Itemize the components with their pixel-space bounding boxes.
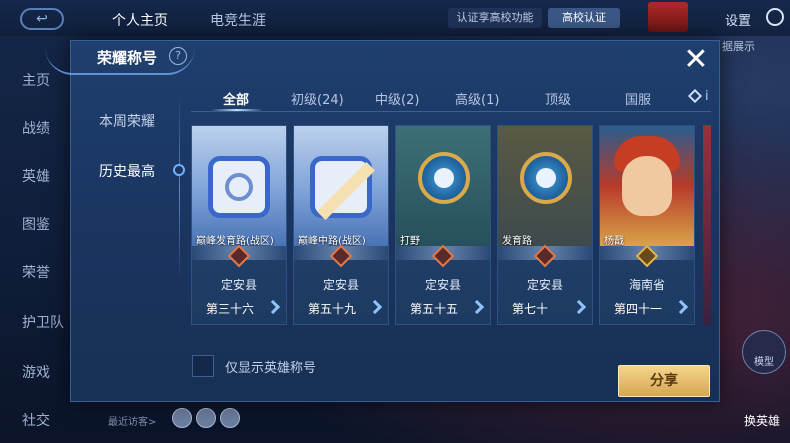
card-region: 定安县 (220, 278, 257, 292)
chevron-right-icon (571, 299, 587, 315)
farm-lane-emblem-icon (520, 152, 572, 204)
verify-hint: 认证享高校功能 (448, 8, 542, 28)
card-rank: 第七十 (512, 302, 549, 316)
hero-face (622, 156, 672, 216)
top-bar: ↩ 个人主页 电竞生涯 认证享高校功能 高校认证 设置 (0, 0, 790, 36)
dialog-title: 荣耀称号 (97, 49, 158, 67)
tab-beginner[interactable]: 初级(24) (291, 89, 344, 108)
card-rank-row[interactable]: 第五十九 (298, 298, 384, 320)
card-rank-row[interactable]: 第五十五 (400, 298, 486, 320)
back-arrow-icon: ↩ (36, 11, 48, 27)
model-button[interactable]: 模型 (742, 330, 786, 374)
card-rank: 第五十五 (410, 302, 459, 316)
chevron-right-icon (367, 299, 383, 315)
side-nav-item[interactable]: 英雄 (22, 166, 50, 186)
tab-esports-career[interactable]: 电竞生涯 (210, 10, 266, 30)
card-art: 打野 (396, 126, 490, 246)
honor-card[interactable]: 巅峰中路(战区) 定安县 第五十九 (293, 125, 389, 325)
tab-advanced[interactable]: 高级(1) (455, 89, 499, 108)
side-nav-item[interactable]: 图鉴 (22, 214, 50, 234)
peak-emblem-icon (208, 156, 270, 218)
honor-card[interactable]: 巅峰发育路(战区) 定安县 第三十六 (191, 125, 287, 325)
honor-card[interactable]: 杨戬 海南省 第四十一 (599, 125, 695, 325)
gear-icon[interactable] (766, 8, 784, 26)
honor-card-list: 巅峰发育路(战区) 定安县 第三十六 巅峰中路(战区) 定安县 第五十九 打野 … (191, 125, 711, 329)
honor-title-dialog: 荣耀称号 ? ✕ 本周荣耀 历史最高 全部 初级(24) 中级(2) 高级(1)… (45, 40, 721, 402)
honor-card[interactable]: 发育路 定安县 第七十 (497, 125, 593, 325)
data-display-button[interactable]: 据展示 (722, 38, 755, 54)
side-nav-item[interactable]: 游戏 (22, 362, 50, 382)
campus-verify-button[interactable]: 高校认证 (548, 8, 620, 28)
menu-item-weekly-honor[interactable]: 本周荣耀 (99, 111, 155, 131)
honor-card-partial[interactable] (703, 125, 711, 325)
tabs-divider (191, 111, 711, 112)
side-nav-item[interactable]: 荣誉 (22, 262, 50, 282)
diamond-icon (687, 88, 703, 104)
settings-button[interactable]: 设置 (725, 10, 751, 29)
menu-item-historical-best[interactable]: 历史最高 (99, 161, 155, 181)
hero-title-only-checkbox[interactable] (192, 355, 214, 377)
avatar[interactable] (172, 408, 192, 428)
card-title-label: 巅峰中路(战区) (298, 236, 366, 246)
card-region: 定安县 (322, 278, 359, 292)
card-rank-row[interactable]: 第三十六 (196, 298, 282, 320)
active-indicator-icon (173, 164, 185, 176)
card-region: 海南省 (628, 278, 665, 292)
dialog-title-bar: 荣耀称号 ? ✕ (45, 41, 721, 75)
side-nav-item[interactable]: 护卫队 (22, 312, 64, 332)
close-button[interactable]: ✕ (681, 45, 711, 75)
card-art: 杨戬 (600, 126, 694, 246)
chevron-right-icon (265, 299, 281, 315)
card-rank: 第三十六 (206, 302, 255, 316)
tab-top[interactable]: 顶级 (545, 89, 571, 108)
chevron-right-icon (469, 299, 485, 315)
peak-emblem-slash-icon (310, 156, 375, 220)
tier-tabs: 全部 初级(24) 中级(2) 高级(1) 顶级 国服 i (191, 85, 711, 113)
side-nav-item[interactable]: 战绩 (22, 118, 50, 138)
share-button[interactable]: 分享 (618, 365, 710, 397)
avatar[interactable] (196, 408, 216, 428)
swap-hero-button[interactable]: 换英雄 (744, 412, 780, 429)
help-icon[interactable]: ? (169, 47, 187, 65)
card-rank-row[interactable]: 第七十 (502, 298, 588, 320)
tab-more[interactable]: i (705, 89, 709, 104)
card-rank-row[interactable]: 第四十一 (604, 298, 690, 320)
side-nav: 主页 战绩 英雄 图鉴 荣誉 护卫队 游戏 社交 (0, 36, 80, 443)
side-nav-item[interactable]: 主页 (22, 70, 50, 90)
card-title-label: 发育路 (502, 236, 532, 246)
back-button[interactable]: ↩ (20, 8, 64, 30)
card-region: 定安县 (424, 278, 461, 292)
jungle-emblem-icon (418, 152, 470, 204)
avatar[interactable] (220, 408, 240, 428)
card-rank: 第四十一 (614, 302, 663, 316)
card-title-label: 打野 (400, 236, 420, 246)
recent-visitors-link[interactable]: 最近访客> (108, 413, 156, 428)
card-art: 发育路 (498, 126, 592, 246)
side-nav-item[interactable]: 社交 (22, 410, 50, 430)
card-art: 巅峰发育路(战区) (192, 126, 286, 246)
rank-badge-icon[interactable] (648, 2, 688, 32)
menu-divider (179, 93, 180, 283)
card-art: 巅峰中路(战区) (294, 126, 388, 246)
tab-national[interactable]: 国服 (625, 89, 651, 108)
card-title-label: 杨戬 (604, 236, 624, 246)
tab-all[interactable]: 全部 (223, 89, 249, 108)
checkbox-label: 仅显示英雄称号 (225, 361, 317, 376)
tab-intermediate[interactable]: 中级(2) (375, 89, 419, 108)
chevron-right-icon (673, 299, 689, 315)
honor-card[interactable]: 打野 定安县 第五十五 (395, 125, 491, 325)
card-rank: 第五十九 (308, 302, 357, 316)
card-region: 定安县 (526, 278, 563, 292)
model-button-label: 模型 (754, 357, 774, 368)
tab-personal-home[interactable]: 个人主页 (112, 10, 168, 30)
card-title-label: 巅峰发育路(战区) (196, 236, 274, 246)
